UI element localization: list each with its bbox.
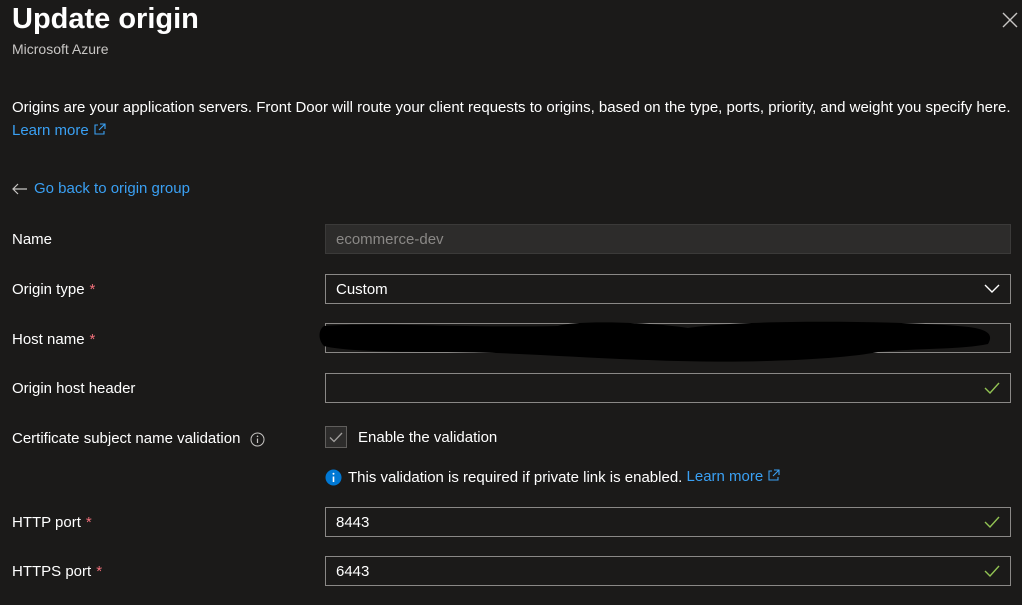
required-mark: * bbox=[89, 331, 96, 348]
arrow-left-icon bbox=[12, 183, 28, 195]
info-icon[interactable] bbox=[250, 432, 265, 447]
host-name-label: Host name * bbox=[12, 331, 96, 348]
enable-validation-checkbox[interactable]: Enable the validation bbox=[325, 426, 497, 448]
description-text: Origins are your application servers. Fr… bbox=[12, 99, 1011, 116]
page-title: Update origin bbox=[12, 3, 199, 35]
external-link-icon bbox=[93, 120, 106, 143]
checkmark-icon bbox=[984, 565, 1000, 577]
required-mark: * bbox=[89, 281, 96, 298]
checkmark-icon bbox=[984, 516, 1000, 528]
page-subtitle: Microsoft Azure bbox=[12, 41, 109, 57]
info-filled-icon bbox=[325, 469, 342, 486]
http-port-input[interactable]: 8443 bbox=[325, 507, 1011, 537]
description: Origins are your application servers. Fr… bbox=[12, 96, 1012, 143]
checkmark-icon bbox=[984, 382, 1000, 394]
required-mark: * bbox=[85, 514, 92, 531]
required-mark: * bbox=[96, 563, 103, 580]
back-link-label: Go back to origin group bbox=[34, 180, 190, 197]
close-icon bbox=[1002, 12, 1018, 28]
chevron-down-icon bbox=[984, 284, 1000, 294]
origin-host-header-input[interactable] bbox=[325, 373, 1011, 403]
learn-more-link[interactable]: Learn more bbox=[12, 122, 106, 139]
cert-validation-label: Certificate subject name validation bbox=[12, 429, 265, 449]
info-learn-more-link[interactable]: Learn more bbox=[687, 468, 781, 486]
back-to-origin-group-link[interactable]: Go back to origin group bbox=[12, 178, 190, 200]
checkbox-label: Enable the validation bbox=[358, 428, 498, 446]
name-input[interactable]: ecommerce-dev bbox=[325, 224, 1011, 254]
close-button[interactable] bbox=[998, 8, 1022, 32]
info-text: This validation is required if private l… bbox=[348, 468, 683, 486]
http-port-label: HTTP port * bbox=[12, 514, 92, 531]
https-port-input[interactable]: 6443 bbox=[325, 556, 1011, 586]
origin-host-header-label: Origin host header bbox=[12, 380, 136, 397]
external-link-icon bbox=[767, 469, 780, 486]
origin-type-dropdown[interactable]: Custom bbox=[325, 274, 1011, 304]
redaction-overlay bbox=[319, 321, 991, 362]
validation-info-message: This validation is required if private l… bbox=[325, 468, 780, 486]
origin-type-label: Origin type * bbox=[12, 281, 96, 298]
https-port-label: HTTPS port * bbox=[12, 563, 103, 580]
name-label: Name bbox=[12, 231, 53, 248]
checkbox[interactable] bbox=[325, 426, 347, 448]
checkmark-icon bbox=[329, 432, 343, 442]
